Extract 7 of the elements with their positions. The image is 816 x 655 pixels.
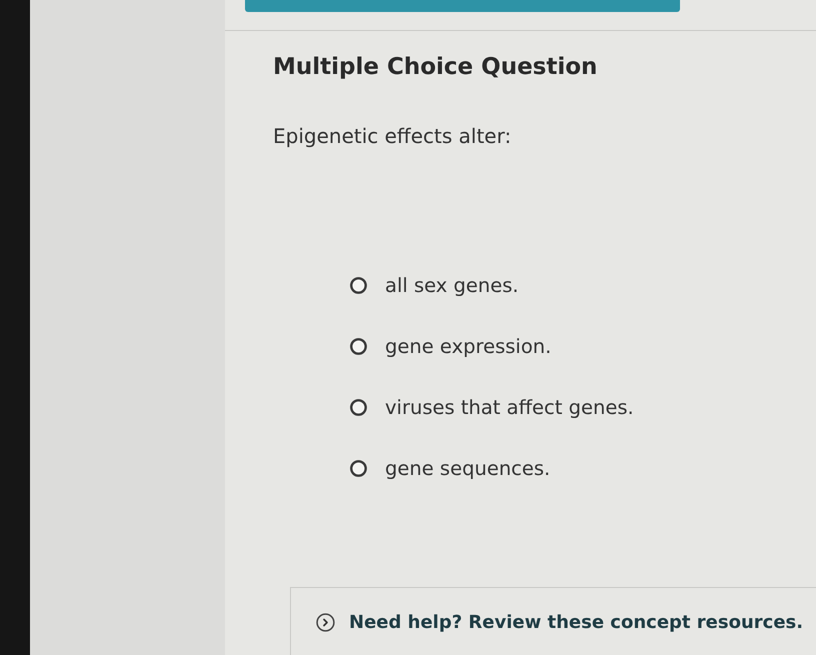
question-type-title: Multiple Choice Question — [273, 53, 598, 82]
question-text: Epigenetic effects alter: — [273, 123, 512, 149]
help-link[interactable]: Need help? Review these concept resources. — [316, 612, 804, 633]
answer-option[interactable]: gene sequences. — [350, 456, 816, 480]
answer-option[interactable]: gene expression. — [350, 334, 816, 358]
answer-option[interactable]: viruses that affect genes. — [350, 395, 816, 419]
answer-option[interactable]: all sex genes. — [350, 273, 816, 297]
